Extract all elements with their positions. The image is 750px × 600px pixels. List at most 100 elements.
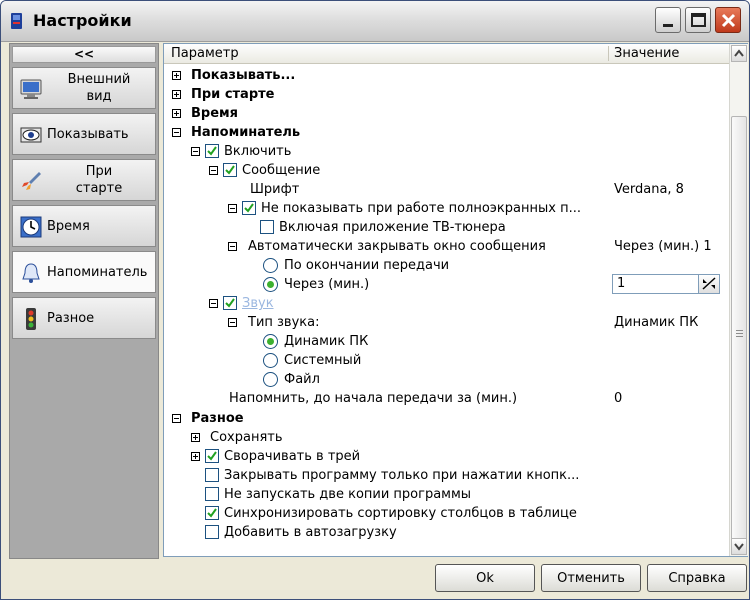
close-icon bbox=[721, 13, 736, 28]
tree-row-autostart[interactable]: Добавить в автозагрузку bbox=[164, 524, 724, 543]
collapse-icon[interactable] bbox=[228, 204, 237, 213]
tree-row-sound-type[interactable]: Тип звука: Динамик ПК bbox=[164, 314, 724, 333]
checkmark-icon bbox=[244, 203, 254, 213]
tree-row-message[interactable]: Сообщение bbox=[164, 162, 724, 181]
expand-icon[interactable] bbox=[191, 452, 200, 461]
tree-row-minimize-tray[interactable]: Сворачивать в трей bbox=[164, 448, 724, 467]
tree-row-label: По окончании передачи bbox=[284, 258, 450, 273]
help-button[interactable]: Справка bbox=[647, 564, 747, 592]
tree-row-autoclose[interactable]: Автоматически закрывать окно сообщения Ч… bbox=[164, 238, 724, 257]
system-sound-radio[interactable] bbox=[263, 353, 278, 368]
sidebar-item-time[interactable]: Время bbox=[12, 205, 156, 247]
after-minutes-radio[interactable] bbox=[263, 277, 278, 292]
collapse-icon[interactable] bbox=[172, 414, 181, 423]
minutes-spin-value: 1 bbox=[617, 276, 626, 291]
no-fullscreen-checkbox[interactable] bbox=[242, 201, 256, 215]
expand-icon[interactable] bbox=[172, 109, 181, 118]
after-end-radio[interactable] bbox=[263, 258, 278, 273]
sidebar-item-label: Время bbox=[47, 218, 90, 234]
tree-row-close-only-button[interactable]: Закрывать программу только при нажатии к… bbox=[164, 467, 724, 486]
minutes-spin-input[interactable]: 1 bbox=[612, 274, 720, 294]
tree-row-label: Напоминатель bbox=[191, 125, 301, 140]
scrollbar-thumb[interactable] bbox=[731, 116, 747, 552]
file-sound-radio[interactable] bbox=[263, 372, 278, 387]
sidebar-item-label: Разное bbox=[47, 310, 95, 326]
tree-row-font[interactable]: Шрифт Verdana, 8 bbox=[164, 181, 724, 200]
sidebar-item-on-start[interactable]: При старте bbox=[12, 159, 156, 201]
title-bar[interactable]: Настройки bbox=[1, 1, 749, 42]
column-divider[interactable] bbox=[608, 46, 609, 61]
column-header-value[interactable]: Значение bbox=[614, 46, 679, 61]
close-only-button-checkbox[interactable] bbox=[205, 468, 219, 482]
autostart-checkbox[interactable] bbox=[205, 525, 219, 539]
collapse-icon[interactable] bbox=[191, 147, 200, 156]
sidebar-item-label: При старте bbox=[75, 164, 123, 196]
tree-row-time[interactable]: Время bbox=[164, 105, 724, 124]
collapse-icon[interactable] bbox=[209, 299, 218, 308]
sidebar-item-appearance[interactable]: Внешний вид bbox=[12, 67, 156, 109]
tree-row-label: Сворачивать в трей bbox=[224, 449, 361, 464]
vertical-scrollbar[interactable] bbox=[729, 44, 748, 556]
cancel-button[interactable]: Отменить bbox=[541, 564, 641, 592]
expand-icon[interactable] bbox=[172, 71, 181, 80]
tree-row-sync-sort[interactable]: Синхронизировать сортировку столбцов в т… bbox=[164, 505, 724, 524]
tree-row-label: Звук bbox=[242, 296, 274, 311]
maximize-icon bbox=[691, 13, 706, 27]
collapse-icon[interactable] bbox=[228, 318, 237, 327]
tree-row-label: Включая приложение ТВ-тюнера bbox=[279, 220, 506, 235]
collapse-icon[interactable] bbox=[209, 166, 218, 175]
monitor-icon bbox=[20, 79, 42, 99]
tree-row-no-two-copies[interactable]: Не запускать две копии программы bbox=[164, 486, 724, 505]
sound-checkbox[interactable] bbox=[223, 296, 237, 310]
sidebar-item-show[interactable]: Показывать bbox=[12, 113, 156, 155]
tv-tuner-checkbox[interactable] bbox=[260, 220, 274, 234]
collapse-sidebar-button[interactable]: << bbox=[12, 46, 156, 63]
checkmark-icon bbox=[225, 165, 235, 175]
sound-type-value: Динамик ПК bbox=[614, 315, 699, 330]
spin-button[interactable] bbox=[698, 275, 719, 293]
sidebar-item-reminder[interactable]: Напоминатель bbox=[12, 251, 156, 293]
bell-icon bbox=[22, 263, 40, 283]
tree-row-label: Напомнить, до начала передачи за (мин.) bbox=[229, 391, 518, 406]
tree-row-sound[interactable]: Звук bbox=[164, 295, 724, 314]
tree-row-save[interactable]: Сохранять bbox=[164, 429, 724, 448]
sidebar-item-misc[interactable]: Разное bbox=[12, 297, 156, 339]
tree-row-no-fullscreen[interactable]: Не показывать при работе полноэкранных п… bbox=[164, 200, 724, 219]
enable-checkbox[interactable] bbox=[205, 144, 219, 158]
tree-row-tv-tuner[interactable]: Включая приложение ТВ-тюнера bbox=[164, 219, 724, 238]
expand-icon[interactable] bbox=[191, 433, 200, 442]
tree-row-remind-before[interactable]: Напомнить, до начала передачи за (мин.) … bbox=[164, 390, 724, 409]
pc-speaker-radio[interactable] bbox=[263, 334, 278, 349]
tree-row-enable[interactable]: Включить bbox=[164, 143, 724, 162]
scroll-up-button[interactable] bbox=[731, 45, 747, 62]
close-button[interactable] bbox=[715, 7, 741, 33]
collapse-icon[interactable] bbox=[172, 128, 181, 137]
tree-row-misc[interactable]: Разное bbox=[164, 410, 724, 429]
minimize-icon bbox=[663, 24, 673, 27]
tree-row-file-sound[interactable]: Файл bbox=[164, 371, 724, 390]
expand-icon[interactable] bbox=[172, 90, 181, 99]
autoclose-value: Через (мин.) 1 bbox=[614, 239, 712, 254]
ok-button[interactable]: Ok bbox=[435, 564, 535, 592]
tree-row-label: Тип звука: bbox=[248, 315, 320, 330]
column-header-parameter[interactable]: Параметр bbox=[171, 46, 239, 61]
maximize-button[interactable] bbox=[685, 7, 711, 33]
no-two-copies-checkbox[interactable] bbox=[205, 487, 219, 501]
grip-line bbox=[736, 336, 743, 337]
tree-row-label: Через (мин.) bbox=[284, 277, 370, 292]
scroll-down-button[interactable] bbox=[731, 538, 747, 555]
tree-row-pc-speaker[interactable]: Динамик ПК bbox=[164, 333, 724, 352]
minimize-tray-checkbox[interactable] bbox=[205, 449, 219, 463]
tree-row-after-minutes[interactable]: Через (мин.) 1 bbox=[164, 274, 724, 295]
collapse-icon[interactable] bbox=[228, 242, 237, 251]
tree-row-label: При старте bbox=[191, 87, 275, 102]
message-checkbox[interactable] bbox=[223, 163, 237, 177]
tree-row-reminder[interactable]: Напоминатель bbox=[164, 124, 724, 143]
tree-row-label: Показывать... bbox=[191, 68, 296, 83]
minimize-button[interactable] bbox=[655, 7, 681, 33]
tree-row-label: Не показывать при работе полноэкранных п… bbox=[261, 201, 581, 216]
tree-row-on-start[interactable]: При старте bbox=[164, 86, 724, 105]
sync-sort-checkbox[interactable] bbox=[205, 506, 219, 520]
tree-row-show[interactable]: Показывать... bbox=[164, 67, 724, 86]
tree-row-system-sound[interactable]: Системный bbox=[164, 352, 724, 371]
